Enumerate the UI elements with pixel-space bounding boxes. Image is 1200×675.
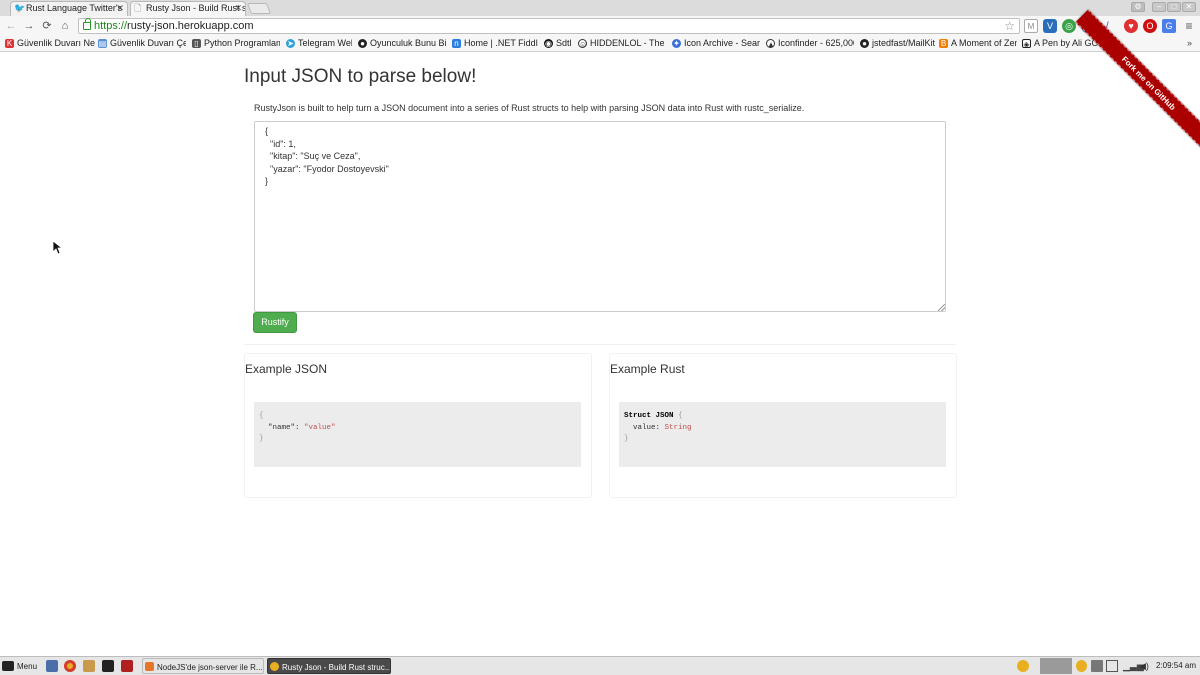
bookmark-item[interactable]: ● Oyunculuk Bunu Bil xyxy=(358,36,446,51)
blogger-icon: B xyxy=(939,39,948,48)
mint-logo-icon xyxy=(2,661,14,671)
json-input[interactable] xyxy=(254,121,946,312)
page-description: RustyJson is built to help turn a JSON d… xyxy=(254,103,805,113)
close-tab-icon[interactable]: ✕ xyxy=(234,2,242,15)
forward-icon[interactable]: → xyxy=(22,19,36,33)
address-bar[interactable]: https://rusty-json.herokuapp.com ☆ xyxy=(78,18,1020,34)
example-json-code: { "name": "value" } xyxy=(254,402,581,467)
reload-icon[interactable]: ⟳ xyxy=(40,19,54,33)
tray-chrome-icon[interactable] xyxy=(1017,660,1029,672)
example-json-panel: Example JSON { "name": "value" } xyxy=(244,353,592,498)
heart-icon[interactable]: ♥ xyxy=(1124,19,1138,33)
opera-icon[interactable]: O xyxy=(1143,19,1157,33)
bookmarks-bar: KGüvenlik Duvarı Ned ▤Güvenlik Duvarı Çe… xyxy=(0,36,1200,52)
record-icon: ◉ xyxy=(544,39,553,48)
close-tab-icon[interactable]: ✕ xyxy=(116,2,124,15)
user-icon[interactable]: ⚙ xyxy=(1131,2,1145,12)
home-icon[interactable]: ⌂ xyxy=(58,19,72,33)
bookmark-item[interactable]: ◉ Sdtl xyxy=(544,36,574,51)
bookmark-item[interactable]: ☺HIDDENLOL - The fu xyxy=(578,36,664,51)
page-title: Input JSON to parse below! xyxy=(244,66,477,87)
terminal-icon[interactable] xyxy=(102,660,114,672)
resize-handle-icon[interactable] xyxy=(938,304,945,311)
bookmark-item[interactable]: ▤Güvenlik Duvarı Çeşi xyxy=(98,36,186,51)
circle-icon: ● xyxy=(358,39,367,48)
book-icon: ▯ xyxy=(192,39,201,48)
files-icon[interactable] xyxy=(83,660,95,672)
bookmark-item[interactable]: ➤ Telegram Web xyxy=(286,36,352,51)
tab-rusty-json[interactable]: 🗋 Rusty Json - Build Rust s ✕ xyxy=(130,1,246,16)
tray-workspace[interactable] xyxy=(1040,658,1072,674)
tab-rust-twitter[interactable]: 🐦 Rust Language Twitter's ✕ xyxy=(10,1,128,16)
page-icon: ▤ xyxy=(98,39,107,48)
k-icon: K xyxy=(5,39,14,48)
more-bookmarks-button[interactable]: » xyxy=(1187,36,1192,51)
taskbar-task[interactable]: NodeJS'de json-server ile R... xyxy=(142,658,264,674)
shield-icon[interactable]: V xyxy=(1043,19,1057,33)
url-text: https://rusty-json.herokuapp.com xyxy=(94,20,254,32)
page-icon: 🗋 xyxy=(134,3,142,13)
bookmark-item[interactable]: K Güvenlik Duvarı Ned xyxy=(5,36,95,51)
rustify-button[interactable]: Rustify xyxy=(253,312,297,333)
bookmark-item[interactable]: BA Moment of Zen xyxy=(939,36,1017,51)
divider xyxy=(244,344,956,345)
start-menu-button[interactable]: Menu xyxy=(2,658,37,674)
new-tab-button[interactable] xyxy=(246,3,272,14)
gmail-icon[interactable]: M xyxy=(1024,19,1038,33)
translate-icon[interactable]: G xyxy=(1162,19,1176,33)
lock-icon xyxy=(83,18,91,30)
example-json-title: Example JSON xyxy=(245,362,328,376)
tab-title: Rust Language Twitter's xyxy=(26,3,123,13)
bookmark-star-icon[interactable]: ☆ xyxy=(1004,19,1015,33)
globe-icon[interactable]: ◎ xyxy=(1062,19,1076,33)
firefox-icon xyxy=(145,662,154,671)
back-icon[interactable]: ← xyxy=(4,19,18,33)
media-icon[interactable] xyxy=(121,660,133,672)
iconfinder-icon: ▲ xyxy=(766,39,775,49)
bookmark-item[interactable]: ✦Icon Archive - Search xyxy=(672,36,760,51)
bookmark-item[interactable]: ● jstedfast/MailKit xyxy=(860,36,935,51)
tab-title: Rusty Json - Build Rust s xyxy=(146,3,246,13)
bookmark-item[interactable]: n Home | .NET Fiddle xyxy=(452,36,538,51)
taskbar: Menu NodeJS'de json-server ile R... Rust… xyxy=(0,656,1200,675)
volume-icon[interactable]: ◀) xyxy=(1139,660,1151,672)
twitter-icon: 🐦 xyxy=(14,3,26,13)
example-rust-code: Struct JSON { value: String } xyxy=(619,402,946,467)
maximize-button[interactable]: □ xyxy=(1167,2,1181,12)
tab-strip: 🐦 Rust Language Twitter's ✕ 🗋 Rusty Json… xyxy=(0,0,1200,16)
close-window-button[interactable]: ✕ xyxy=(1182,2,1196,12)
github-icon: ● xyxy=(860,39,869,48)
browser-toolbar: ← → ⟳ ⌂ https://rusty-json.herokuapp.com… xyxy=(0,16,1200,36)
keyboard-icon[interactable] xyxy=(1091,660,1103,672)
bookmark-item[interactable]: ▯ Python Programlam xyxy=(192,36,280,51)
codepen-icon: ◈ xyxy=(1022,39,1031,49)
network-icon[interactable]: ▁▃▅ xyxy=(1123,660,1144,672)
smiley-icon: ☺ xyxy=(578,39,588,49)
example-rust-panel: Example Rust Struct JSON { value: String… xyxy=(609,353,957,498)
archive-icon: ✦ xyxy=(672,39,681,48)
minimize-button[interactable]: – xyxy=(1152,2,1166,12)
clock[interactable]: 2:09:54 am xyxy=(1156,657,1196,674)
example-rust-title: Example Rust xyxy=(610,362,685,376)
battery-icon[interactable] xyxy=(1106,660,1118,672)
dotnet-icon: n xyxy=(452,39,461,48)
taskbar-task[interactable]: Rusty Json - Build Rust struc... xyxy=(267,658,391,674)
telegram-icon: ➤ xyxy=(286,39,295,48)
menu-icon[interactable]: ≡ xyxy=(1182,19,1196,33)
bookmark-item[interactable]: ▲ Iconfinder - 625,000 xyxy=(766,36,854,51)
chrome-icon xyxy=(270,662,279,671)
show-desktop-icon[interactable] xyxy=(46,660,58,672)
chrome-icon[interactable] xyxy=(64,660,76,672)
tray-chrome-icon[interactable] xyxy=(1076,660,1087,672)
